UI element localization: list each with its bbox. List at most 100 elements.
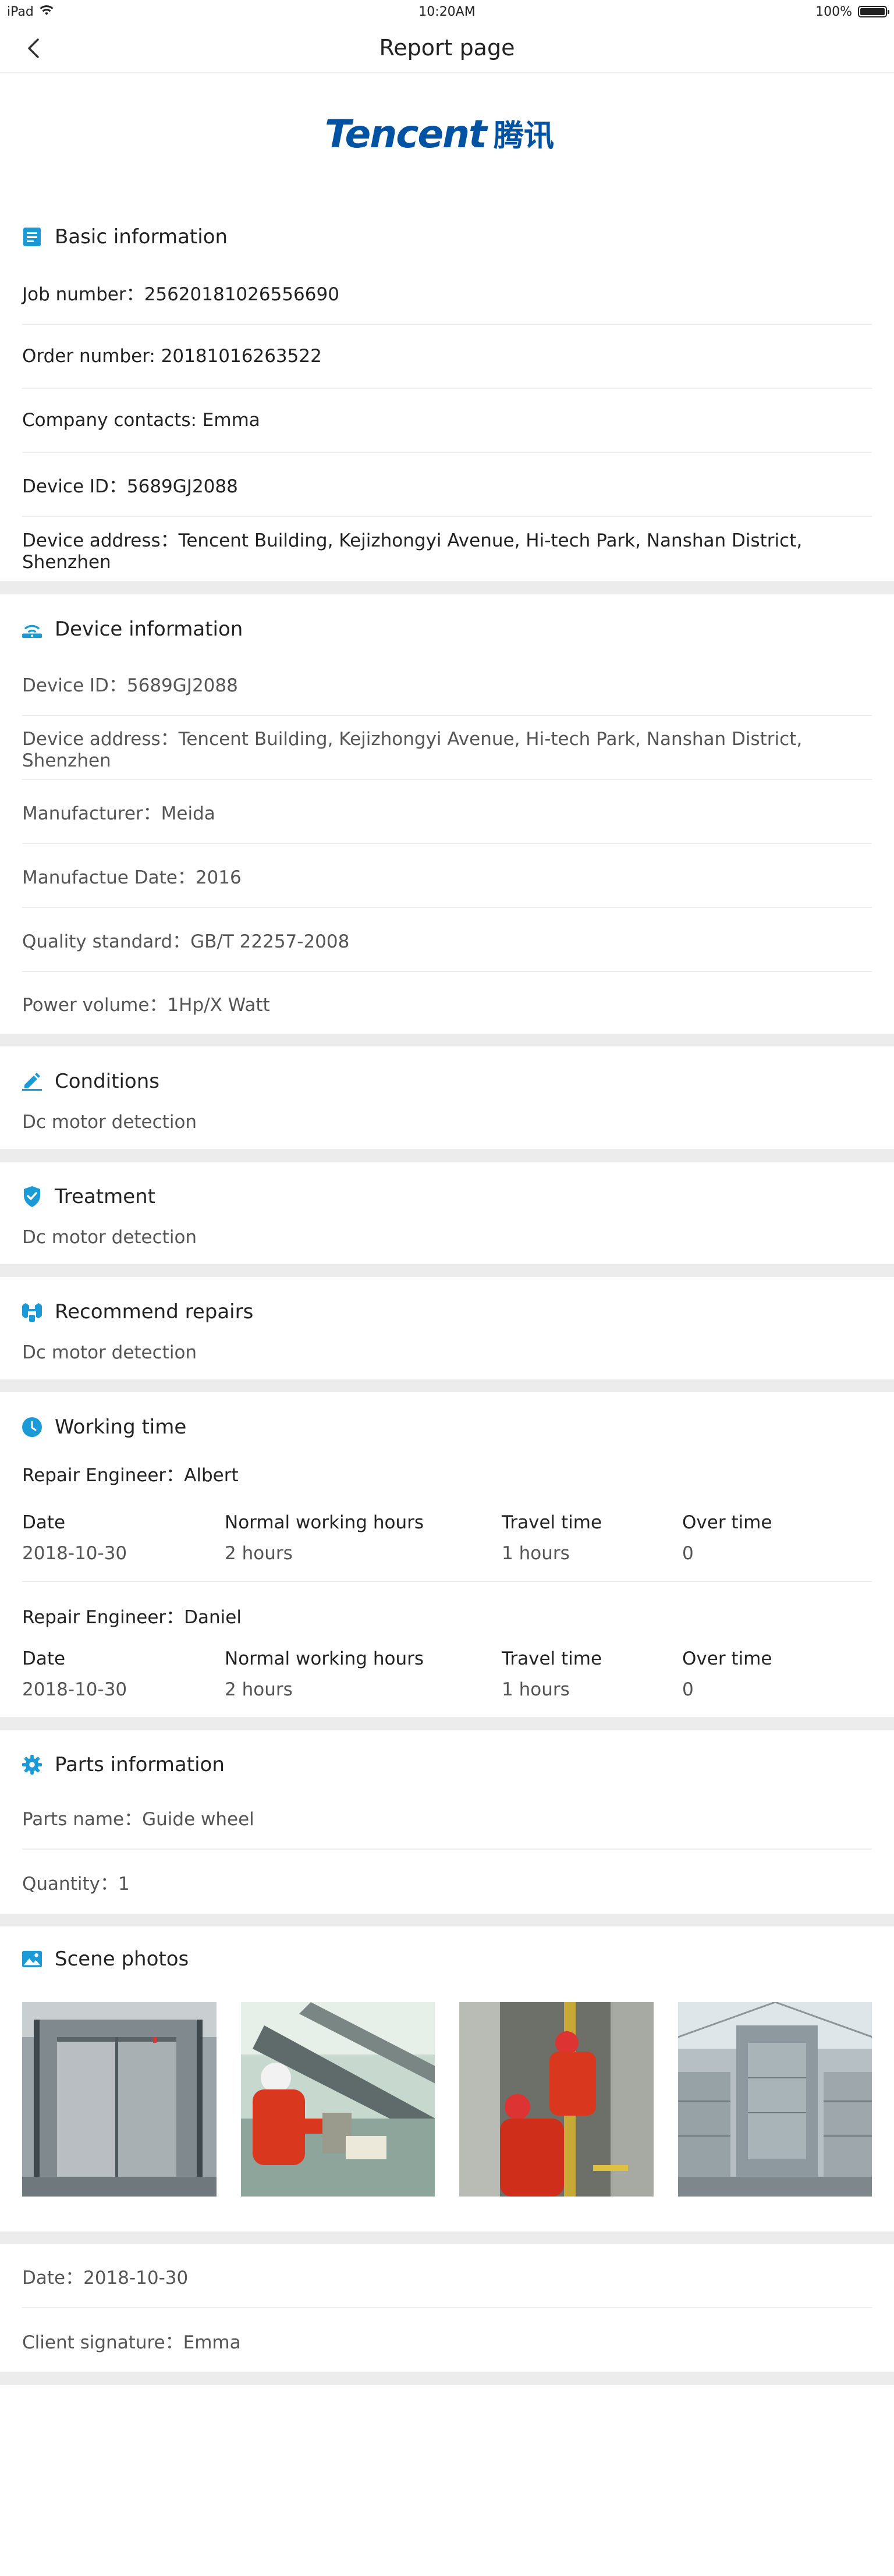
status-left: iPad [7, 5, 54, 19]
wifi-icon [40, 5, 54, 19]
svg-text:Tencent: Tencent [325, 112, 488, 157]
device-address: Device address：Tencent Building, Kejizho… [22, 716, 872, 780]
manufacture-date: Manufactue Date：2016 [22, 844, 872, 908]
photo-atrium-elevator[interactable] [677, 2002, 872, 2197]
recommend-text: Dc motor detection [22, 1342, 197, 1363]
col-header-date: Date [22, 1648, 66, 1669]
engineer-label: Repair Engineer：Daniel [22, 1607, 242, 1628]
clock-icon [22, 1417, 42, 1437]
col-header-travel: Travel time [502, 1648, 602, 1669]
parts-name: Parts name：Guide wheel [22, 1786, 872, 1850]
device-info-section: Device information Device ID：5689GJ2088 … [0, 594, 894, 1034]
recommend-header: Recommend repairs [22, 1277, 872, 1333]
company-contacts: Company contacts: Emma [22, 389, 872, 453]
work-table: Date Normal working hours Travel time Ov… [22, 1628, 872, 1717]
status-time: 10:20AM [418, 4, 476, 19]
client-signature: Client signature：Emma [22, 2332, 241, 2353]
divider [0, 1264, 894, 1277]
cell-normal: 2 hours [225, 1679, 293, 1700]
photo-workers-repair[interactable] [240, 2002, 435, 2197]
engineer-label: Repair Engineer：Albert [22, 1464, 239, 1486]
col-header-normal: Normal working hours [225, 1512, 424, 1533]
shield-check-icon [22, 1186, 42, 1207]
col-header-travel: Travel time [502, 1512, 602, 1533]
parts-quantity: Quantity：1 [22, 1873, 130, 1894]
cell-travel: 1 hours [502, 1543, 570, 1564]
parts-header: Parts information [22, 1730, 872, 1786]
company-logo: Tencent 腾讯 [0, 73, 894, 196]
report-date: Date：2018-10-30 [22, 2244, 872, 2308]
photo-elevator-exterior[interactable] [22, 2002, 217, 2197]
device-info-header: Device information [22, 594, 872, 652]
back-button[interactable] [19, 34, 48, 63]
conditions-header: Conditions [22, 1046, 872, 1102]
section-title: Scene photos [55, 1947, 189, 1971]
treatment-text: Dc motor detection [22, 1227, 197, 1248]
divider [0, 1717, 894, 1730]
section-title: Basic information [55, 225, 228, 249]
svg-text:腾讯: 腾讯 [494, 119, 554, 154]
image-icon [22, 1949, 42, 1969]
parts-section: Parts information Parts name：Guide wheel… [0, 1730, 894, 1914]
quality-standard: Quality standard：GB/T 22257-2008 [22, 908, 872, 972]
page-title: Report page [379, 35, 515, 61]
section-title: Parts information [55, 1753, 225, 1776]
power-volume: Power volume：1Hp/X Watt [22, 994, 270, 1016]
gear-icon [22, 1755, 42, 1775]
col-header-date: Date [22, 1512, 66, 1533]
device-id: Device ID：5689GJ2088 [22, 652, 872, 716]
section-title: Conditions [55, 1070, 159, 1093]
divider [0, 1914, 894, 1926]
device-icon [22, 619, 42, 639]
conditions-text: Dc motor detection [22, 1112, 197, 1133]
pencil-icon [22, 1071, 42, 1091]
photo-grid [22, 1979, 872, 2231]
recommend-section: Recommend repairs Dc motor detection [0, 1277, 894, 1379]
chevron-left-icon [28, 38, 39, 58]
col-header-over: Over time [682, 1512, 772, 1533]
basic-info-header: Basic information [22, 196, 872, 261]
divider [0, 581, 894, 594]
device-address: Device address：Tencent Building, Kejizho… [22, 530, 803, 573]
treatment-section: Treatment Dc motor detection [0, 1162, 894, 1264]
battery-icon [858, 6, 889, 17]
status-bar: iPad 10:20AM 100% [0, 0, 894, 23]
photo-workers-shaft[interactable] [459, 2002, 654, 2197]
working-time-section: Working time Repair Engineer：Albert Date… [0, 1392, 894, 1717]
cell-over: 0 [682, 1543, 694, 1564]
basic-info-section: Basic information Job number：25620181026… [0, 196, 894, 581]
col-header-normal: Normal working hours [225, 1648, 424, 1669]
divider [0, 1379, 894, 1392]
working-time-header: Working time [22, 1392, 872, 1448]
treatment-header: Treatment [22, 1162, 872, 1218]
section-title: Recommend repairs [55, 1300, 254, 1324]
section-title: Device information [55, 618, 243, 641]
footer-section: Date：2018-10-30 Client signature：Emma [0, 2244, 894, 2372]
cell-date: 2018-10-30 [22, 1679, 127, 1700]
manufacturer: Manufacturer：Meida [22, 780, 872, 844]
battery-percent: 100% [815, 4, 852, 19]
section-title: Working time [55, 1415, 187, 1439]
cell-travel: 1 hours [502, 1679, 570, 1700]
section-title: Treatment [55, 1185, 156, 1208]
status-right: 100% [815, 4, 889, 19]
cell-over: 0 [682, 1679, 694, 1700]
repair-icon [22, 1302, 42, 1322]
device-id: Device ID：5689GJ2088 [22, 453, 872, 517]
scene-photos-section: Scene photos [0, 1926, 894, 2231]
device-name: iPad [7, 4, 34, 19]
cell-date: 2018-10-30 [22, 1543, 127, 1564]
col-header-over: Over time [682, 1648, 772, 1669]
divider [0, 1149, 894, 1162]
scene-photos-header: Scene photos [22, 1926, 872, 1979]
conditions-section: Conditions Dc motor detection [0, 1046, 894, 1149]
cell-normal: 2 hours [225, 1543, 293, 1564]
divider [0, 2231, 894, 2244]
divider [0, 1034, 894, 1046]
divider [0, 2372, 894, 2385]
order-number: Order number: 20181016263522 [22, 325, 872, 389]
work-table: Date Normal working hours Travel time Ov… [22, 1498, 872, 1582]
nav-bar: Report page [0, 23, 894, 73]
job-number: Job number：25620181026556690 [22, 261, 872, 325]
document-icon [22, 227, 42, 247]
